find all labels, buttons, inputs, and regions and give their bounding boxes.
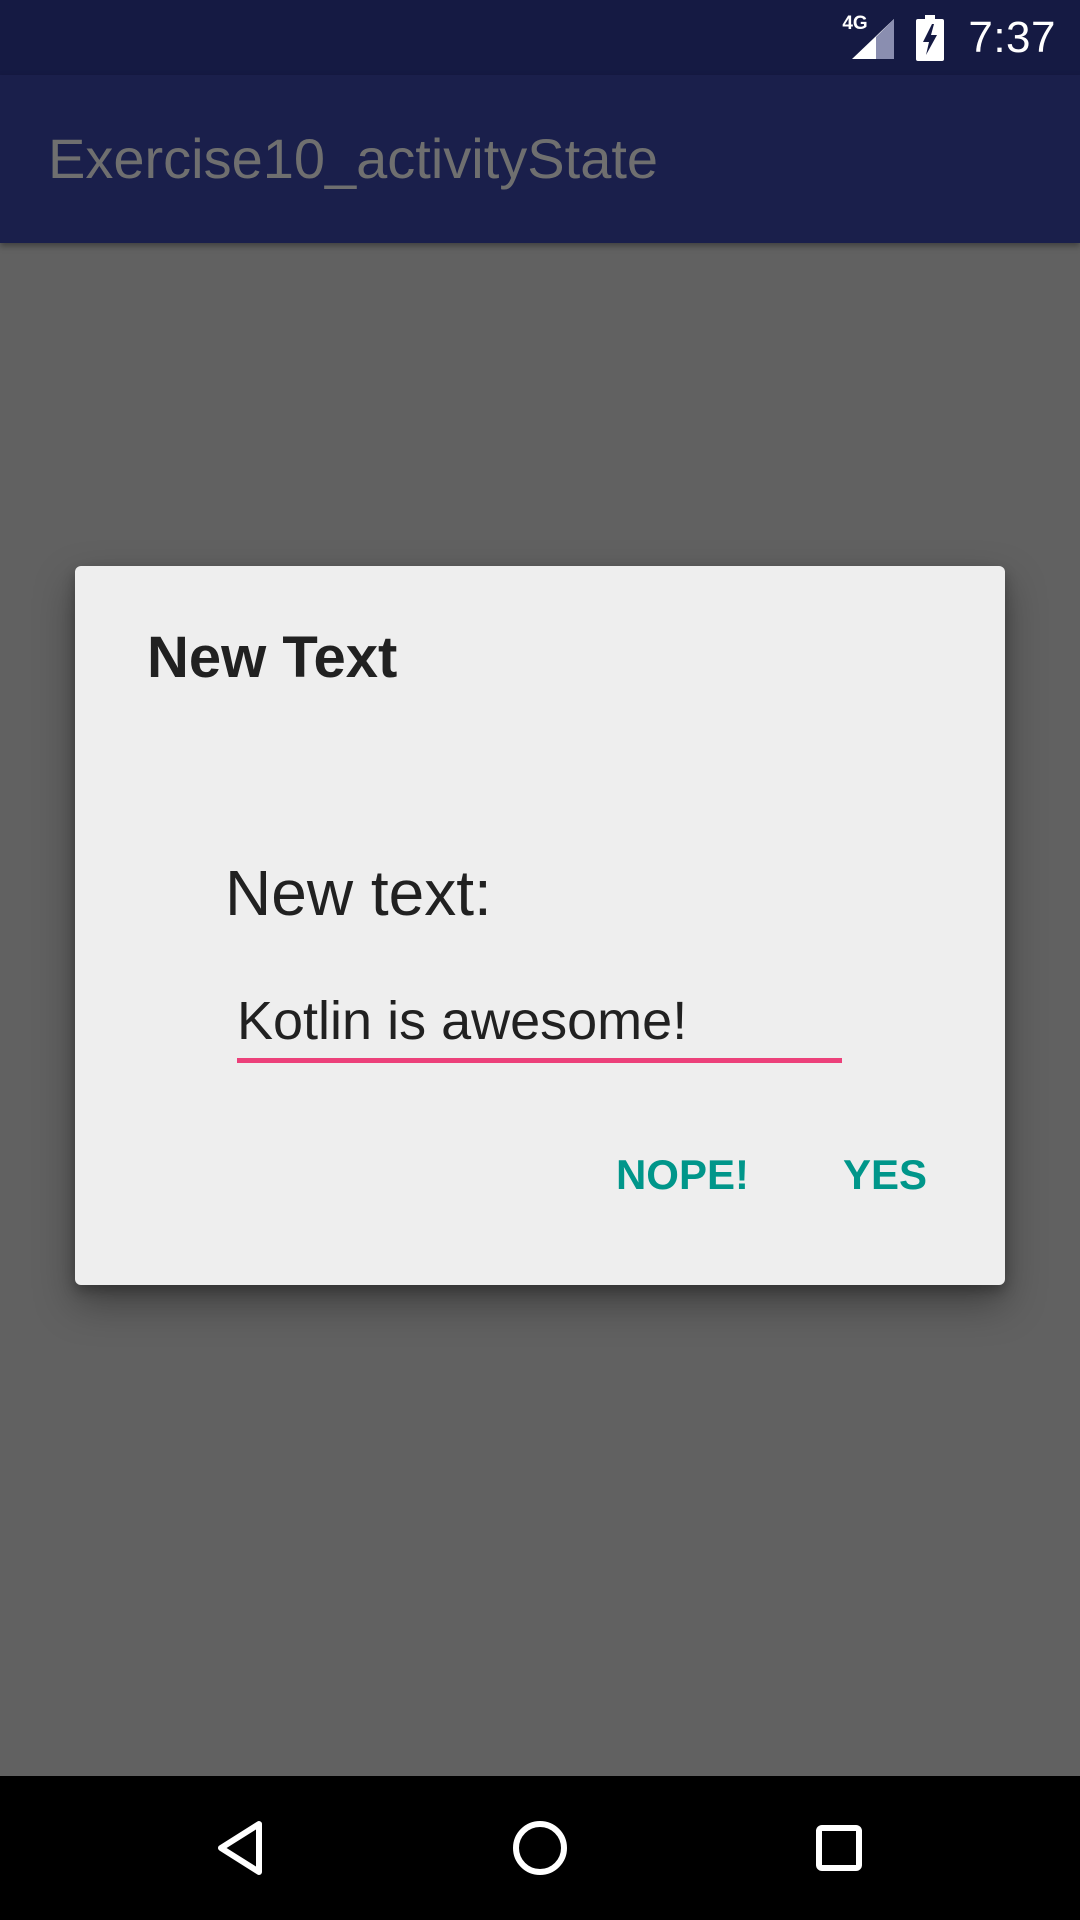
dialog-actions: NOPE! YES — [616, 1151, 927, 1199]
back-icon — [218, 1821, 262, 1875]
signal-icon: 4G — [842, 12, 898, 61]
app-title: Exercise10_activityState — [48, 127, 659, 190]
new-text-input[interactable] — [237, 984, 842, 1063]
home-icon — [513, 1821, 567, 1875]
network-4g-icon: 4G — [842, 12, 868, 34]
battery-charging-icon — [916, 14, 945, 61]
app-bar: Exercise10_activityState — [0, 75, 1080, 243]
recents-icon — [816, 1825, 862, 1871]
new-text-label: New text: — [225, 857, 492, 929]
dialog-title: New Text — [147, 625, 398, 690]
back-button[interactable] — [169, 1776, 313, 1920]
status-icons: 4G 7:37 — [842, 0, 1056, 75]
home-button[interactable] — [468, 1776, 612, 1920]
recents-button[interactable] — [767, 1776, 911, 1920]
status-time: 7:37 — [968, 12, 1056, 62]
nope-button[interactable]: NOPE! — [616, 1151, 749, 1199]
phone-screen: 4G 7:37 Exercise10_activityState New Tex… — [0, 0, 1080, 1920]
yes-button[interactable]: YES — [843, 1151, 927, 1199]
new-text-dialog: New Text New text: NOPE! YES — [75, 566, 1005, 1285]
new-text-field — [237, 984, 842, 1063]
status-bar: 4G 7:37 — [0, 0, 1080, 75]
navigation-bar — [0, 1776, 1080, 1920]
